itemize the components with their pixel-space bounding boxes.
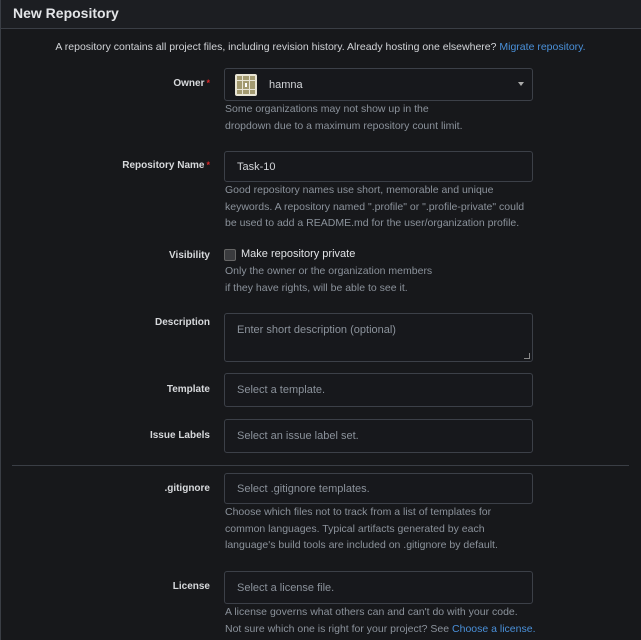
- repo-name-label-text: Repository Name: [122, 160, 205, 171]
- owner-help: Some organizations may not show up in th…: [225, 101, 463, 134]
- private-checkbox[interactable]: [224, 249, 236, 261]
- repo-name-value: Task-10: [237, 160, 276, 173]
- visibility-label: Visibility: [169, 250, 210, 261]
- help-line: common languages. Typical artifacts gene…: [225, 522, 485, 535]
- migrate-repository-link[interactable]: Migrate repository.: [499, 41, 585, 53]
- gitignore-label: .gitignore: [164, 483, 210, 494]
- required-marker: *: [206, 160, 210, 170]
- help-line: Some organizations may not show up in th…: [225, 103, 429, 115]
- frame-border: [0, 29, 1, 640]
- help-line: be used to add a README.md for the user/…: [225, 217, 520, 229]
- template-placeholder: Select a template.: [237, 384, 326, 396]
- help-line: keywords. A repository named ".profile" …: [225, 200, 525, 213]
- issue-labels-label: Issue Labels: [149, 430, 210, 441]
- description-label: Description: [154, 317, 210, 328]
- owner-label: Owner *: [173, 78, 210, 89]
- intro-text: A repository contains all project files,…: [0, 41, 641, 53]
- license-placeholder: Select a license file.: [237, 581, 335, 594]
- divider: [12, 465, 629, 466]
- page-title: New Repository: [0, 0, 641, 29]
- issue-labels-dropdown[interactable]: Select an issue label set.: [224, 419, 533, 453]
- owner-value: hamna: [269, 78, 303, 91]
- required-marker: *: [206, 78, 210, 88]
- template-label: Template: [166, 384, 210, 395]
- chevron-down-icon: [518, 82, 524, 86]
- help-line: dropdown due to a maximum repository cou…: [225, 119, 463, 132]
- repo-name-help: Good repository names use short, memorab…: [225, 182, 524, 232]
- owner-dropdown[interactable]: hamna: [224, 68, 533, 101]
- repo-name-label: Repository Name *: [122, 160, 210, 171]
- repo-name-input[interactable]: Task-10: [224, 151, 533, 182]
- help-line: A license governs what others can and ca…: [225, 606, 518, 618]
- visibility-help: Only the owner or the organization membe…: [225, 263, 432, 296]
- help-line: Not sure which one is right for your pro…: [225, 622, 453, 635]
- gitignore-dropdown[interactable]: Select .gitignore templates.: [224, 473, 533, 504]
- resize-handle-icon[interactable]: [524, 353, 530, 359]
- choose-license-link[interactable]: Choose a license.: [452, 623, 535, 635]
- license-label: License: [172, 581, 210, 592]
- help-line: Only the owner or the organization membe…: [225, 265, 433, 277]
- help-line: if they have rights, will be able to see…: [225, 281, 408, 294]
- help-line: Choose which files not to track from a l…: [225, 506, 492, 518]
- page-title-text: New Repository: [13, 5, 119, 21]
- owner-label-text: Owner: [173, 78, 205, 89]
- avatar: [235, 73, 257, 96]
- description-placeholder: Enter short description (optional): [237, 324, 396, 336]
- description-textarea[interactable]: Enter short description (optional): [224, 313, 533, 362]
- license-help: A license governs what others can and ca…: [225, 604, 536, 637]
- gitignore-placeholder: Select .gitignore templates.: [237, 482, 370, 495]
- help-line: language's build tools are included on .…: [225, 539, 498, 551]
- template-dropdown[interactable]: Select a template.: [224, 373, 533, 407]
- issue-labels-placeholder: Select an issue label set.: [237, 430, 359, 442]
- help-line: Good repository names use short, memorab…: [225, 184, 494, 196]
- license-dropdown[interactable]: Select a license file.: [224, 571, 533, 604]
- gitignore-help: Choose which files not to track from a l…: [225, 504, 498, 554]
- intro-message: A repository contains all project files,…: [55, 41, 500, 53]
- private-checkbox-label[interactable]: Make repository private: [241, 248, 355, 260]
